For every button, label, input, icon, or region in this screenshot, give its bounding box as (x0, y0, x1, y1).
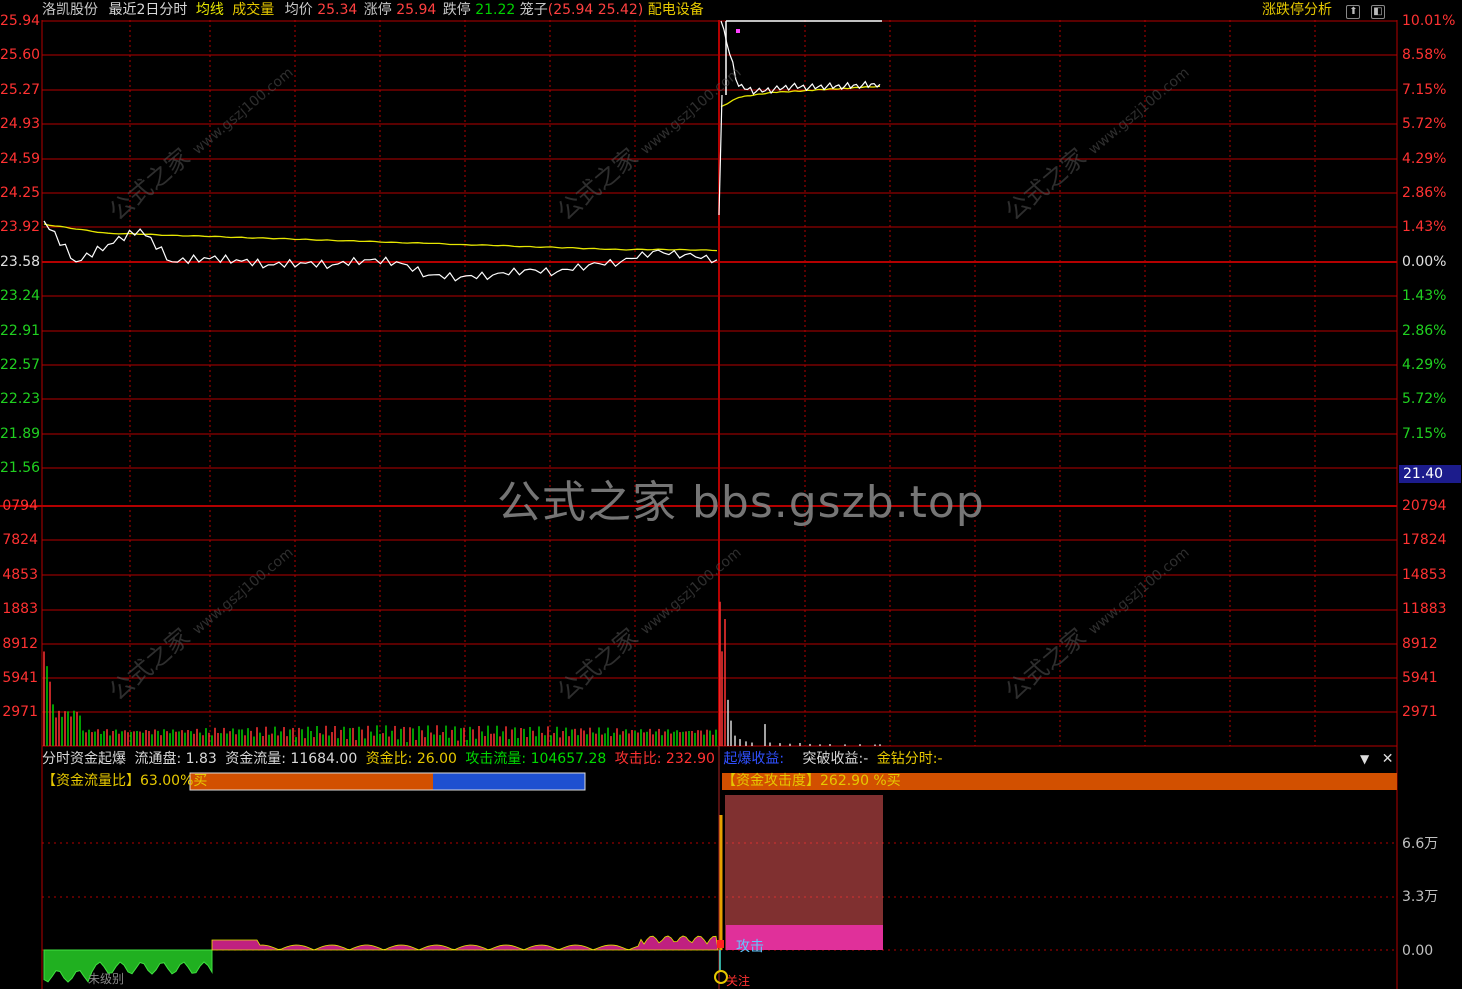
price-left-label: 23.92 (0, 219, 41, 236)
limit-up-value: 25.94 (396, 2, 437, 18)
limit-analysis-link[interactable]: 涨跌停分析 (1262, 2, 1332, 18)
breakout-value: - (863, 751, 869, 767)
price-right-label: 5.72% (1402, 391, 1447, 408)
price-right-label: 10.01% (1402, 13, 1456, 29)
ind-axis-33k: 3.3万 (1402, 889, 1439, 905)
limit-down-label: 跌停 (442, 2, 471, 18)
price-right-label: 1.43% (1402, 288, 1447, 305)
price-marker (736, 29, 740, 33)
flow-negative-area (43, 949, 213, 983)
price-right-label: 8.58% (1402, 47, 1447, 64)
flow-ratio-label: 【资金流量比】63.00%买 (42, 773, 208, 789)
volume-label[interactable]: 成交量 (232, 2, 274, 18)
price-right-label: 5.72% (1402, 116, 1447, 133)
price-right-label: 0.00% (1402, 253, 1447, 270)
price-right-label: 2.86% (1402, 185, 1447, 201)
indicator-name[interactable]: 分时资金起爆 (42, 751, 126, 767)
price-cursor-value: 21.40 (1399, 465, 1461, 483)
price-left-label: 25.94 (0, 13, 41, 29)
vol-left-label: 0794 (2, 498, 38, 514)
left-bottom-label: 未级别 (88, 972, 125, 986)
price-right-label: 7.15% (1402, 81, 1447, 98)
vol-left-label: 7824 (2, 532, 38, 548)
attack-ratio-label: 攻击比: (614, 751, 662, 767)
window-icon[interactable]: ◧ (1370, 5, 1385, 19)
price-right-label: 4.29% (1402, 357, 1447, 373)
vol-right-label: 17824 (1402, 532, 1447, 548)
price-right-label: 1.43% (1402, 219, 1447, 236)
limit-up-label: 涨停 (363, 2, 392, 18)
price-right-label: 2.86% (1402, 322, 1447, 339)
attack-flow-label: 攻击流量: (465, 751, 527, 767)
avg-price-label: 均价 (284, 2, 313, 18)
flow-positive-area (211, 935, 719, 951)
diamond-label: 金钻分时: (876, 751, 938, 767)
cage-value: (25.94 25.42) (547, 2, 644, 18)
ratio-label: 资金比: (365, 751, 413, 767)
vol-left-label: 5941 (2, 670, 38, 686)
dropdown-icon[interactable]: ▼ (1360, 752, 1369, 766)
price-left-label: 21.89 (0, 425, 41, 442)
attack-flow-value: 104657.28 (530, 751, 607, 767)
price-left-label: 24.93 (0, 116, 41, 133)
price-left-label: 22.91 (0, 322, 41, 339)
vol-right-label: 8912 (1402, 636, 1438, 652)
limit-down-value: 21.22 (475, 2, 516, 18)
price-left-label: 21.56 (0, 460, 41, 477)
float-value: 1.83 (185, 751, 217, 767)
attack-marker: 攻击 (736, 939, 764, 955)
vol-right-label: 11883 (1402, 601, 1447, 617)
flow-ratio-buy-bar (190, 773, 433, 790)
ratio-value: 26.00 (416, 751, 457, 767)
vol-left-label: 2971 (2, 704, 38, 720)
flow-value: 11684.00 (290, 751, 358, 767)
diamond-value: - (937, 751, 943, 767)
price-left-label: 24.59 (0, 150, 41, 167)
price-left-label: 25.60 (0, 47, 41, 64)
follow-marker: 关注 (726, 974, 751, 988)
stock-name[interactable]: 洛凯股份 (42, 2, 98, 18)
price-right-label: 4.29% (1402, 150, 1447, 167)
cage-label: 笼子 (519, 2, 548, 18)
burst-label: 起爆收益: (723, 751, 785, 767)
vol-left-label: 1883 (2, 601, 38, 617)
price-left-label: 22.57 (0, 357, 41, 373)
vol-right-label: 20794 (1402, 498, 1447, 514)
close-icon[interactable]: ✕ (1382, 751, 1394, 767)
vol-left-label: 8912 (2, 636, 38, 652)
vol-left-label: 4853 (2, 567, 38, 583)
float-label: 流通盘: (134, 751, 182, 767)
watermark-center: 公式之家 bbs.gszb.top (497, 477, 985, 528)
price-left-label: 23.58 (0, 253, 41, 270)
price-left-label: 23.24 (0, 288, 41, 305)
attack-ratio-value: 232.90 (665, 751, 715, 767)
price-left-label: 25.27 (0, 81, 41, 98)
avg-price-value: 25.34 (317, 2, 358, 18)
avg-line-label[interactable]: 均线 (196, 2, 224, 18)
ind-axis-0: 0.00 (1402, 943, 1434, 959)
vol-right-label: 5941 (1402, 670, 1438, 686)
period-label[interactable]: 最近2日分时 (108, 2, 187, 18)
sector-label[interactable]: 配电设备 (648, 2, 704, 18)
price-left-label: 24.25 (0, 185, 41, 201)
vol-right-label: 2971 (1402, 704, 1438, 720)
restore-icon[interactable]: ⬆ (1346, 5, 1361, 19)
breakout-label: 突破收益: (802, 751, 864, 767)
attack-marker-icon (717, 940, 724, 948)
attack-degree-label: 【资金攻击度】262.90 %买 (722, 773, 901, 789)
price-left-label: 22.23 (0, 391, 41, 408)
vol-right-label: 14853 (1402, 567, 1447, 583)
ind-axis-66k: 6.6万 (1402, 836, 1439, 852)
flow-ratio-sell-bar (433, 773, 585, 790)
flow-label: 资金流量: (225, 751, 286, 767)
price-right-label: 7.15% (1402, 425, 1447, 442)
